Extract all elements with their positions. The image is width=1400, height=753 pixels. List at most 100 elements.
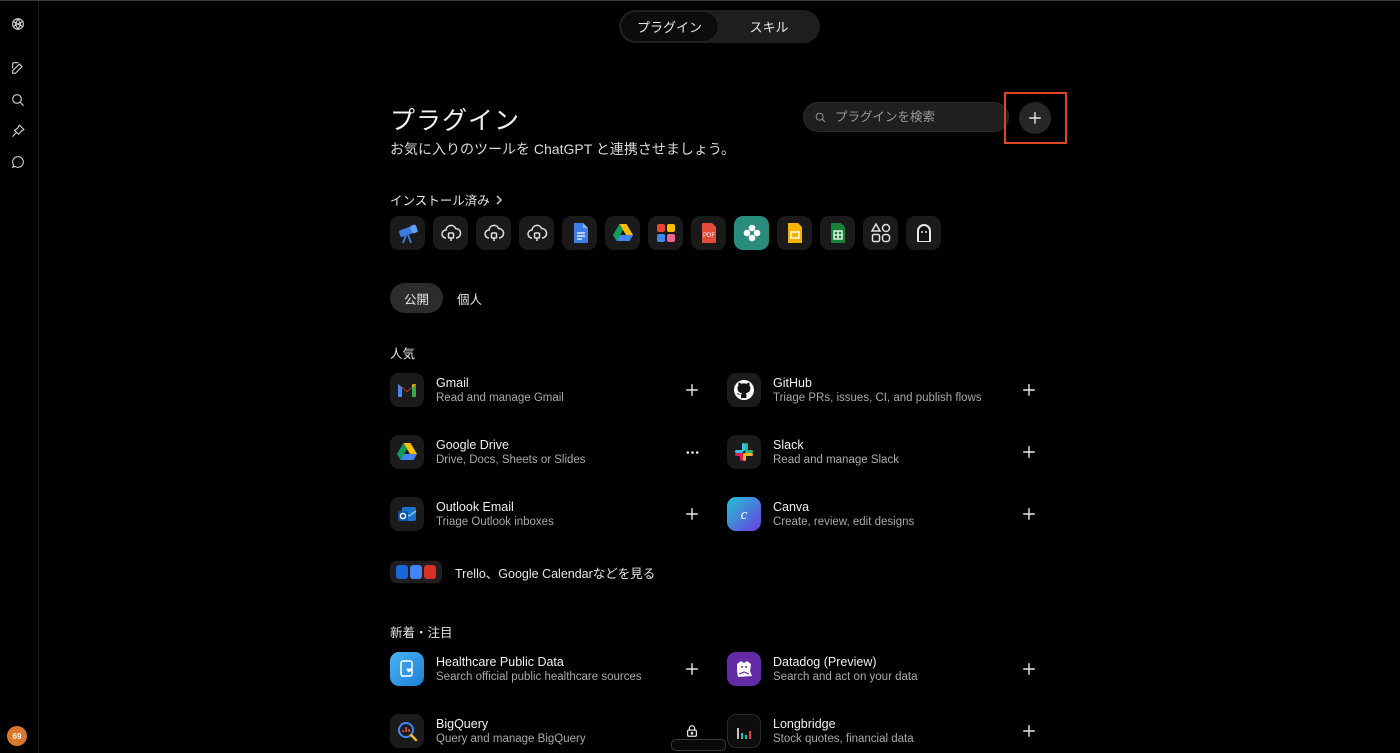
plugin-name: GitHub	[773, 376, 812, 390]
see-more-plugins[interactable]: Trello、Google Calendarなどを見る	[390, 561, 655, 583]
plugin-slack[interactable]: Slack Read and manage Slack	[727, 432, 1039, 472]
new-chat-icon[interactable]	[9, 59, 27, 77]
plus-icon	[686, 663, 698, 675]
plugin-name: Slack	[773, 438, 804, 452]
installed-cloud-plug-3[interactable]	[519, 216, 554, 250]
plugin-desc: Create, review, edit designs	[773, 516, 915, 528]
plus-icon	[1023, 446, 1035, 458]
healthcare-icon	[390, 652, 424, 686]
page-title: プラグイン	[390, 107, 521, 135]
page-subtitle: お気に入りのツールを ChatGPT と連携させましょう。	[390, 141, 736, 157]
plus-icon	[1023, 384, 1035, 396]
installed-photos[interactable]	[648, 216, 683, 250]
plugin-search-input[interactable]	[833, 109, 997, 125]
tab-public[interactable]: 公開	[390, 283, 444, 313]
plugin-desc: Search official public healthcare source…	[436, 671, 642, 683]
plugin-name: Healthcare Public Data	[436, 655, 564, 669]
plugin-datadog[interactable]: Datadog (Preview) Search and act on your…	[727, 649, 1039, 689]
installed-plugins-row: PDF	[390, 216, 941, 250]
add-healthcare-button[interactable]	[682, 659, 702, 679]
cloud-plug-icon	[526, 224, 547, 241]
plugin-name: BigQuery	[436, 717, 489, 731]
plugin-bigquery[interactable]: BigQuery Query and manage BigQuery	[390, 711, 702, 751]
google-drive-more-button[interactable]	[682, 442, 702, 462]
plugin-desc: Query and manage BigQuery	[436, 733, 586, 745]
plugin-desc: Search and act on your data	[773, 671, 918, 683]
slides-icon	[787, 223, 802, 243]
plugin-desc: Triage PRs, issues, CI, and publish flow…	[773, 392, 982, 404]
plugin-name: Google Drive	[436, 438, 509, 452]
installed-sheets[interactable]	[820, 216, 855, 250]
svg-text:PDF: PDF	[703, 233, 715, 239]
plugin-longbridge[interactable]: Longbridge Stock quotes, financial data	[727, 711, 1039, 751]
bigquery-lock-button[interactable]	[682, 721, 702, 741]
plugin-outlook-email[interactable]: Outlook Email Triage Outlook inboxes	[390, 494, 702, 534]
svg-text:c: c	[741, 507, 748, 523]
slack-icon	[727, 435, 761, 469]
installed-mascot[interactable]	[906, 216, 941, 250]
installed-telescope[interactable]	[390, 216, 425, 250]
installed-google-drive[interactable]	[605, 216, 640, 250]
sheets-icon	[830, 223, 845, 243]
visibility-tabs: 公開 個人	[390, 283, 496, 313]
installed-heading[interactable]: インストール済み	[390, 190, 504, 209]
installed-pdf[interactable]: PDF	[691, 216, 726, 250]
installed-google-docs[interactable]	[562, 216, 597, 250]
popular-heading: 人気	[390, 347, 416, 361]
trello-icon	[396, 565, 408, 579]
telescope-icon	[398, 224, 418, 244]
calendar-icon	[410, 565, 422, 579]
plugin-gmail[interactable]: Gmail Read and manage Gmail	[390, 370, 702, 410]
openai-logo-icon[interactable]	[9, 15, 27, 33]
heart-app-icon	[424, 565, 436, 579]
plugin-search[interactable]	[803, 102, 1009, 132]
plugin-github[interactable]: GitHub Triage PRs, issues, CI, and publi…	[727, 370, 1039, 410]
toggle-plugins[interactable]: プラグイン	[621, 12, 718, 41]
photos-icon	[656, 224, 675, 242]
datadog-icon	[727, 652, 761, 686]
longbridge-icon	[727, 714, 761, 748]
installed-cloud-plug-1[interactable]	[433, 216, 468, 250]
github-icon	[727, 373, 761, 407]
tab-personal[interactable]: 個人	[443, 283, 496, 313]
add-slack-button[interactable]	[1019, 442, 1039, 462]
search-icon[interactable]	[9, 91, 27, 109]
plugin-desc: Drive, Docs, Sheets or Slides	[436, 454, 586, 466]
plugin-name: Canva	[773, 500, 810, 514]
toggle-skills[interactable]: スキル	[720, 12, 818, 41]
plus-icon	[686, 508, 698, 520]
chevron-right-icon	[496, 194, 502, 205]
add-gmail-button[interactable]	[682, 380, 702, 400]
add-longbridge-button[interactable]	[1019, 721, 1039, 741]
installed-clover[interactable]	[734, 216, 769, 250]
search-icon	[815, 112, 826, 122]
installed-heading-label: インストール済み	[390, 194, 490, 208]
plugin-name: Datadog (Preview)	[773, 655, 877, 669]
installed-apps-grid[interactable]	[863, 216, 898, 250]
add-github-button[interactable]	[1019, 380, 1039, 400]
plugin-desc: Read and manage Gmail	[436, 392, 564, 404]
add-canva-button[interactable]	[1019, 504, 1039, 524]
canva-icon: c	[727, 497, 761, 531]
add-datadog-button[interactable]	[1019, 659, 1039, 679]
plugin-desc: Stock quotes, financial data	[773, 733, 914, 745]
plugin-healthcare-public-data[interactable]: Healthcare Public Data Search official p…	[390, 649, 702, 689]
add-plugin-button[interactable]	[1019, 102, 1051, 134]
add-outlook-button[interactable]	[682, 504, 702, 524]
scroll-indicator[interactable]	[671, 739, 726, 751]
sidebar: 69	[0, 1, 39, 753]
installed-slides[interactable]	[777, 216, 812, 250]
plugin-desc: Triage Outlook inboxes	[436, 516, 554, 528]
cloud-plug-icon	[483, 224, 504, 241]
plugin-google-drive[interactable]: Google Drive Drive, Docs, Sheets or Slid…	[390, 432, 702, 472]
pin-icon[interactable]	[9, 122, 27, 140]
plus-icon	[1023, 725, 1035, 737]
installed-cloud-plug-2[interactable]	[476, 216, 511, 250]
google-drive-icon	[612, 224, 633, 241]
plugin-name: Gmail	[436, 376, 469, 390]
chat-bubble-icon[interactable]	[9, 153, 27, 171]
user-avatar[interactable]: 69	[7, 726, 27, 746]
mascot-icon	[916, 224, 931, 242]
plugin-canva[interactable]: c Canva Create, review, edit designs	[727, 494, 1039, 534]
bigquery-icon	[390, 714, 424, 748]
